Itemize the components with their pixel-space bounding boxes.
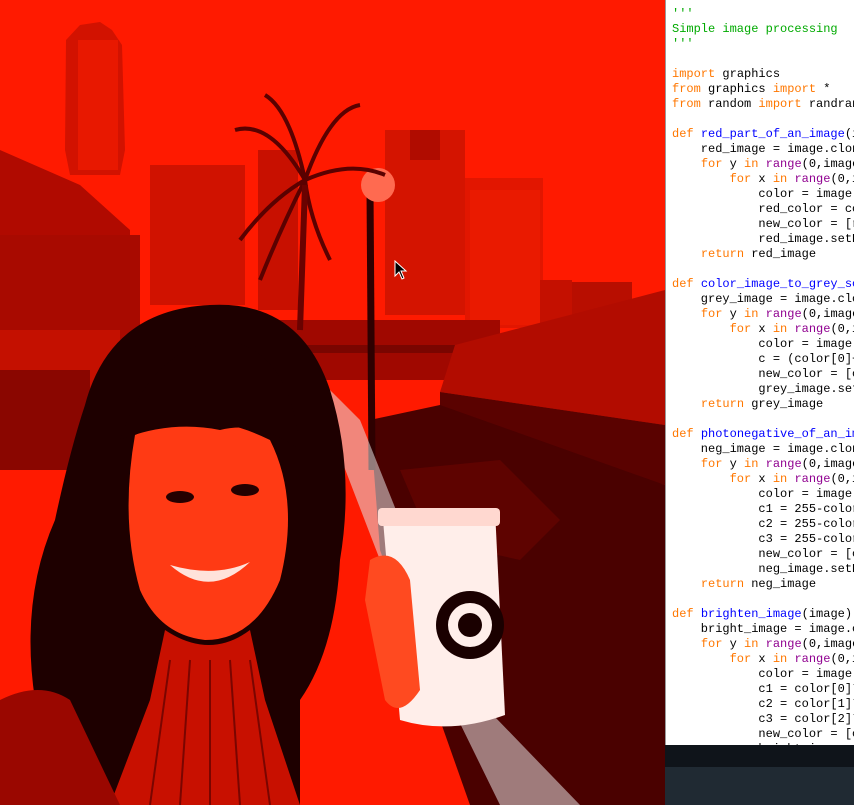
graphics-window[interactable]: [0, 0, 665, 805]
code-line: red_image.setPi: [672, 232, 854, 246]
mouse-pointer-icon: [394, 260, 408, 280]
code-line: color = image.g: [672, 667, 854, 681]
code-line: grey_image = image.clone(): [700, 292, 854, 306]
code-line: for y in range(0,image: [700, 457, 854, 471]
code-line: color = image.g: [672, 487, 854, 501]
code-line: color = image.g: [672, 337, 854, 351]
code-line: c1 = color[0]*: [672, 682, 854, 696]
code-line: return neg_image: [700, 577, 817, 591]
code-line: from random import randrange: [672, 97, 854, 111]
code-text-area[interactable]: ''''''Simple image processing'''import g…: [672, 0, 854, 745]
code-line: new_color = [c,: [672, 367, 854, 381]
code-line: new_color = [c: [672, 727, 854, 741]
code-line: red_image = image.clone(): [700, 142, 854, 156]
code-line: for y in range(0,image: [700, 637, 854, 651]
code-line: c2 = color[1]*: [672, 697, 854, 711]
code-line: for x in range(0,im: [729, 472, 854, 486]
code-line: neg_image.setPi: [672, 562, 854, 576]
window-bottom-bar: [665, 745, 854, 767]
code-line: ''': [672, 37, 694, 51]
code-line: for y in range(0,image: [700, 307, 854, 321]
desktop-background: [665, 745, 854, 805]
code-line: def red_part_of_an_image(image):: [672, 127, 854, 141]
code-line: red_color = col: [672, 202, 854, 216]
code-line: new_color = [c1: [672, 547, 854, 561]
red-filtered-photo: [0, 0, 665, 805]
code-line: c3 = color[2]*: [672, 712, 854, 726]
code-line: bright_image = image.cl: [672, 622, 854, 636]
code-line: for x in range(0,im: [729, 652, 854, 666]
code-line: return grey_image: [700, 397, 824, 411]
code-line: ''': [672, 7, 694, 21]
code-line: Simple image processing: [672, 22, 838, 36]
code-line: c3 = 255-color[: [672, 532, 854, 546]
code-line: neg_image = image.clone(): [700, 442, 854, 456]
code-line: def brighten_image(image):: [672, 607, 854, 621]
code-line: for y in range(0,image: [700, 157, 854, 171]
code-line: import graphics: [672, 67, 781, 81]
code-line: def color_image_to_grey_scale(image):: [672, 277, 854, 291]
code-line: c = (color[0]+c: [672, 352, 854, 366]
code-line: new_color = [re: [672, 217, 854, 231]
code-line: grey_image.setP: [672, 382, 854, 396]
code-line: def photonegative_of_an_image(image):: [672, 427, 854, 441]
code-line: color = image.g: [672, 187, 854, 201]
code-line: from graphics import *: [672, 82, 831, 96]
code-line: c2 = 255-color[: [672, 517, 854, 531]
code-line: for x in range(0,im: [729, 172, 854, 186]
code-line: for x in range(0,im: [729, 322, 854, 336]
code-editor-window[interactable]: ''''''Simple image processing'''import g…: [665, 0, 854, 745]
code-line: ''': [672, 0, 854, 7]
code-line: return red_image: [700, 247, 817, 261]
code-line: c1 = 255-color[: [672, 502, 854, 516]
